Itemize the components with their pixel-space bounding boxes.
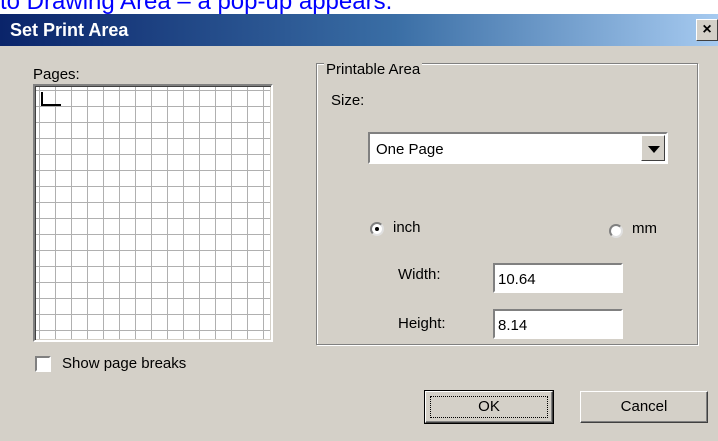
cancel-button-label: Cancel: [620, 398, 668, 415]
size-dropdown-value: One Page: [376, 141, 444, 158]
cancel-button[interactable]: Cancel: [580, 391, 708, 423]
unit-mm-label[interactable]: mm: [632, 220, 657, 237]
dialog-title: Set Print Area: [10, 20, 129, 40]
instruction-caption: to Drawing Area – a pop-up appears.: [0, 0, 393, 15]
width-field[interactable]: 10.64: [493, 263, 623, 293]
focus-rect: [430, 396, 548, 418]
close-icon: ×: [702, 21, 712, 38]
chevron-down-icon[interactable]: [641, 135, 665, 161]
page-marker: [41, 92, 61, 106]
height-field[interactable]: 8.14: [493, 309, 623, 339]
show-page-breaks-label[interactable]: Show page breaks: [62, 355, 186, 372]
height-label: Height:: [398, 315, 446, 332]
unit-inch-label[interactable]: inch: [393, 219, 421, 236]
pages-grid[interactable]: [33, 84, 273, 342]
pages-label: Pages:: [33, 66, 80, 83]
unit-mm-radio[interactable]: [609, 224, 623, 238]
size-dropdown[interactable]: One Page: [368, 132, 668, 164]
width-label: Width:: [398, 266, 441, 283]
printable-area-legend: Printable Area: [324, 61, 423, 78]
unit-inch-radio[interactable]: [370, 222, 384, 236]
ok-button[interactable]: OK: [424, 390, 554, 424]
title-bar[interactable]: Set Print Area ×: [0, 14, 718, 46]
size-label: Size:: [331, 92, 365, 109]
close-button[interactable]: ×: [696, 19, 718, 41]
show-page-breaks-checkbox[interactable]: [35, 356, 51, 372]
printable-area-group: [316, 63, 698, 345]
